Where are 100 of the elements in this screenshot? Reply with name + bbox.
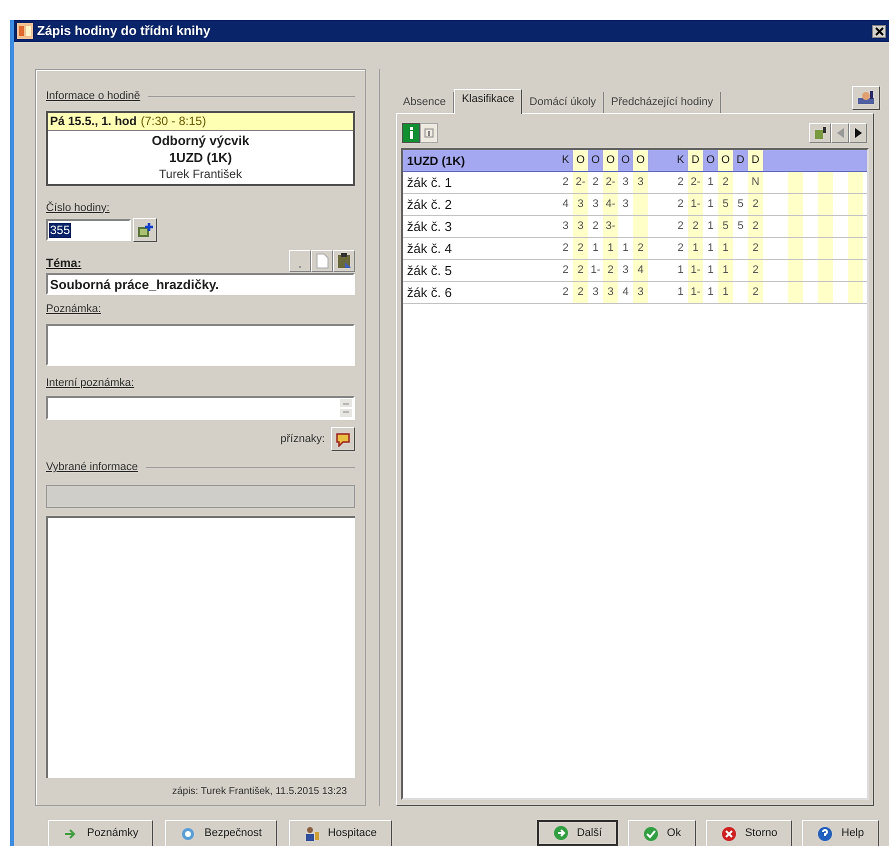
lesson-class: 1UZD (1K) bbox=[169, 148, 232, 166]
grade-cell: 1- bbox=[688, 282, 703, 303]
grade-cell: 3 bbox=[573, 194, 588, 215]
internal-note-field[interactable] bbox=[46, 396, 355, 420]
grade-cell: 4- bbox=[603, 194, 618, 215]
column-header: O bbox=[603, 150, 618, 171]
student-name: žák č. 3 bbox=[407, 218, 452, 236]
grade-cell-text: 2 bbox=[561, 241, 570, 256]
column-header: O bbox=[590, 153, 601, 168]
student-name: žák č. 6 bbox=[407, 284, 452, 302]
grade-cell-text: 5 bbox=[736, 219, 745, 234]
flags-button[interactable] bbox=[331, 427, 355, 451]
grade-cell: 2- bbox=[688, 172, 703, 193]
field-label: Číslo hodiny: bbox=[46, 200, 111, 216]
grade-cell: 3 bbox=[633, 282, 648, 303]
column-header: O bbox=[573, 150, 588, 171]
lesson-time: (7:30 - 8:15) bbox=[140, 113, 206, 130]
topic-field[interactable]: Souborná práce_hrazdičky. bbox=[46, 273, 355, 295]
left-arrow-icon bbox=[836, 128, 844, 138]
grade-cell-text: 3 bbox=[561, 219, 570, 234]
grade-cell: 3 bbox=[573, 216, 588, 237]
grade-cell: 1 bbox=[688, 238, 703, 259]
column-header: D bbox=[736, 153, 746, 168]
close-button[interactable] bbox=[872, 24, 886, 38]
app-icon bbox=[17, 23, 33, 39]
grade-cell-text: 3 bbox=[591, 285, 600, 300]
grade-cell-text: 2 bbox=[676, 241, 685, 256]
column-header: K bbox=[560, 153, 570, 168]
column-header: D bbox=[688, 150, 703, 171]
book-plus-icon bbox=[137, 222, 153, 238]
dialog-button[interactable]: Help bbox=[802, 820, 879, 846]
grade-cell-text: 1 bbox=[706, 197, 715, 212]
dialog-button[interactable]: Hospitace bbox=[288, 820, 392, 846]
grade-cell: 2 bbox=[748, 216, 763, 237]
close-icon bbox=[720, 826, 737, 842]
grade-cell: 3- bbox=[603, 216, 618, 237]
window-title: Zápis hodiny do třídní knihy bbox=[37, 22, 212, 40]
tab[interactable]: Předcházející hodiny bbox=[604, 92, 722, 113]
grade-cell-text: 2 bbox=[561, 263, 570, 278]
dialog-button[interactable]: Další bbox=[536, 820, 618, 846]
grade-cell: 5 bbox=[718, 194, 733, 215]
info-button[interactable] bbox=[402, 123, 420, 143]
clipboard-button[interactable] bbox=[333, 250, 355, 272]
tab[interactable]: Domácí úkoly bbox=[522, 92, 604, 113]
grade-cell-text: 3 bbox=[621, 197, 630, 212]
grade-cell: 2 bbox=[573, 260, 588, 281]
grade-cell: 1 bbox=[718, 260, 733, 281]
note-field[interactable] bbox=[46, 324, 355, 366]
grade-cell: 2 bbox=[748, 282, 763, 303]
column-header: K bbox=[676, 153, 686, 168]
spin-icon bbox=[339, 398, 353, 418]
grade-cell-text: 1 bbox=[706, 241, 715, 256]
dialog-button[interactable]: Ok bbox=[628, 820, 696, 846]
next-button[interactable] bbox=[849, 123, 867, 143]
dialog-button[interactable]: Storno bbox=[706, 820, 792, 846]
grade-cell: 1 bbox=[603, 238, 618, 259]
grade-button[interactable] bbox=[809, 123, 831, 143]
grade-cell: 3 bbox=[633, 172, 648, 193]
grade-cell-text: 1 bbox=[706, 263, 715, 278]
grade-cell-text: 4 bbox=[621, 285, 630, 300]
lesson-number-field[interactable]: 355 bbox=[46, 219, 131, 241]
grade-cell-text: 1 bbox=[706, 175, 715, 190]
grade-cell-text: 2 bbox=[676, 219, 685, 234]
dialog-button[interactable]: Poznámky bbox=[48, 820, 154, 846]
grade-cell-text: 1 bbox=[706, 219, 715, 234]
ring-icon bbox=[180, 826, 196, 842]
grade-cell: 1- bbox=[688, 194, 703, 215]
field-label: Interní poznámka: bbox=[46, 376, 136, 390]
grade-cell-text: 2 bbox=[591, 219, 600, 234]
user-icon bbox=[857, 90, 875, 106]
square-icon bbox=[424, 128, 434, 138]
clipboard-icon bbox=[336, 253, 352, 269]
class-header: 1UZD (1K) bbox=[407, 154, 466, 168]
grade-cell-text: 2 bbox=[676, 175, 685, 190]
grade-cell: 2 bbox=[573, 282, 588, 303]
close-icon bbox=[874, 26, 884, 36]
column-header: O bbox=[633, 150, 648, 171]
grade-cell-text: 1 bbox=[676, 285, 685, 300]
help-icon bbox=[817, 826, 834, 842]
tab[interactable]: Klasifikace bbox=[454, 89, 522, 114]
student-name: žák č. 5 bbox=[407, 262, 452, 280]
flags-label: příznaky: bbox=[280, 432, 325, 447]
user-settings-button[interactable] bbox=[852, 86, 880, 110]
grade-cell-text: 2 bbox=[561, 285, 570, 300]
dialog-button[interactable]: Bezpečnost bbox=[165, 820, 277, 846]
grade-cell-text: 1 bbox=[591, 241, 600, 256]
grade-cell-text: 1 bbox=[621, 241, 630, 256]
student-name: žák č. 1 bbox=[407, 174, 452, 192]
grade-cell: 1- bbox=[688, 260, 703, 281]
grade-cell: 1 bbox=[718, 238, 733, 259]
section-heading: Vybrané informace bbox=[46, 460, 138, 475]
field-label: Téma: bbox=[46, 255, 82, 272]
grade-cell: 2 bbox=[573, 238, 588, 259]
lesson-subject: Odborný výcvik bbox=[152, 132, 250, 148]
grade-cell: 2 bbox=[633, 238, 648, 259]
ellipsis-button[interactable] bbox=[289, 250, 311, 272]
column-header: O bbox=[620, 153, 631, 168]
grade-cell-text: 4 bbox=[561, 197, 570, 212]
grade-cell-text: 1- bbox=[590, 263, 602, 278]
add-button[interactable] bbox=[133, 218, 157, 242]
